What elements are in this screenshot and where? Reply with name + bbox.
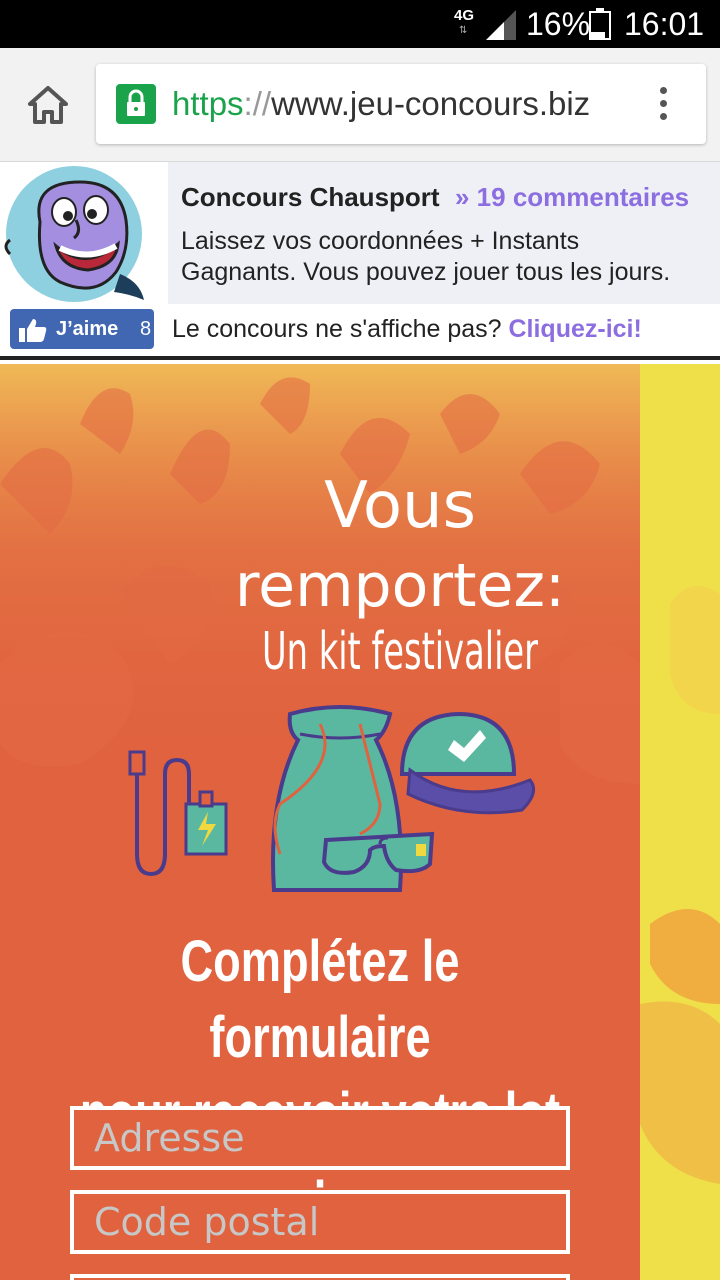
headline-line-1: Vous bbox=[324, 469, 476, 543]
facebook-like-button[interactable]: J’aime 8 bbox=[10, 309, 154, 349]
lock-icon bbox=[116, 84, 156, 124]
promo-panel: Vous remportez: Un kit festivalier Compl… bbox=[0, 364, 640, 1280]
prize-name: Un kit festivalier bbox=[261, 622, 539, 682]
form-title: Complétez le formulaire pour recevoir vo… bbox=[80, 929, 560, 1222]
network-type: 4G bbox=[454, 7, 475, 24]
festival-kit-illustration bbox=[128, 705, 536, 892]
next-field[interactable] bbox=[70, 1274, 570, 1280]
display-notice: Le concours ne s'affiche pas? Cliquez-ic… bbox=[172, 315, 642, 343]
thumbs-up-icon bbox=[19, 319, 47, 342]
charger-icon bbox=[128, 750, 228, 877]
clock: 16:01 bbox=[624, 6, 705, 42]
signal-icon bbox=[486, 10, 516, 40]
contest-title[interactable]: Concours Chausport bbox=[181, 180, 440, 214]
menu-kebab-icon[interactable] bbox=[648, 84, 678, 124]
url-text: https://www.jeu-concours.biz bbox=[172, 85, 591, 122]
address-input[interactable] bbox=[74, 1110, 566, 1166]
comments-link[interactable]: » 19 commentaires bbox=[455, 180, 689, 214]
like-bar: J’aime 8 Le concours ne s'affiche pas? C… bbox=[0, 304, 720, 360]
click-here-link[interactable]: Cliquez-ici! bbox=[508, 315, 641, 343]
battery-icon bbox=[589, 8, 611, 40]
address-field[interactable] bbox=[70, 1106, 570, 1170]
battery-percent: 16% bbox=[526, 6, 591, 42]
postal-code-input[interactable] bbox=[74, 1194, 566, 1250]
address-bar[interactable]: https://www.jeu-concours.biz bbox=[96, 64, 706, 144]
side-panel bbox=[640, 364, 720, 1280]
cap-icon bbox=[399, 711, 536, 815]
data-activity-icon: ⇅ bbox=[459, 25, 468, 36]
status-bar: 4G ⇅ 16% 16:01 bbox=[0, 0, 720, 48]
like-count: 8 bbox=[140, 318, 152, 340]
mascot-avatar bbox=[0, 162, 168, 304]
postal-code-field[interactable] bbox=[70, 1190, 570, 1254]
home-icon[interactable] bbox=[22, 80, 74, 132]
like-label: J’aime bbox=[56, 318, 119, 340]
headline-line-2: remportez: bbox=[234, 551, 566, 621]
promo-area: Vous remportez: Un kit festivalier Compl… bbox=[0, 364, 720, 1280]
contest-banner[interactable]: Concours Chausport » 19 commentaires Lai… bbox=[0, 162, 720, 304]
browser-toolbar: https://www.jeu-concours.biz bbox=[0, 48, 720, 162]
contest-description: Laissez vos coordonnées + Instants Gagna… bbox=[181, 227, 671, 286]
